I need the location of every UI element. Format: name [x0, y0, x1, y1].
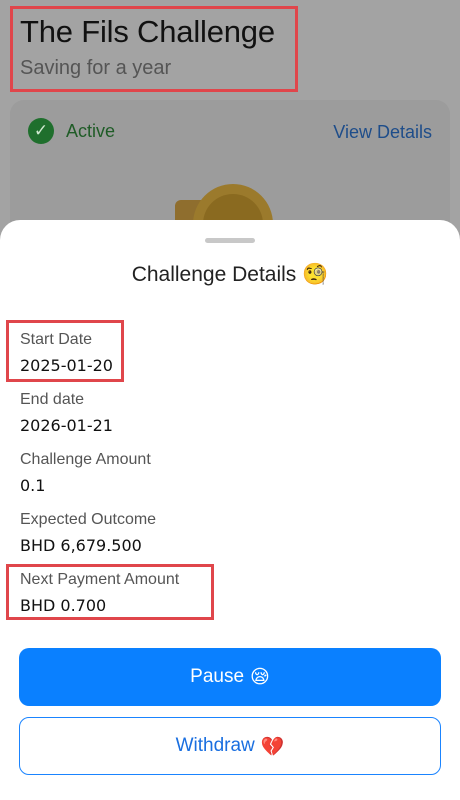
- monocle-face-icon: 🧐: [302, 262, 329, 286]
- field-value: 0.1: [20, 476, 46, 495]
- field-end-date: End date 2026-01-21: [20, 390, 113, 436]
- field-label: End date: [20, 391, 85, 408]
- highlight-box-start-date: [6, 320, 124, 382]
- field-label: Challenge Amount: [20, 451, 151, 468]
- field-expected-outcome: Expected Outcome BHD 6,679.500: [20, 510, 156, 556]
- withdraw-button-label: Withdraw: [175, 735, 255, 756]
- view-details-link[interactable]: View Details: [333, 122, 432, 143]
- field-value: 2026-01-21: [20, 416, 113, 435]
- screen: The Fils Challenge Saving for a year ✓ A…: [0, 0, 460, 800]
- check-circle-icon: ✓: [28, 118, 54, 144]
- highlight-box-next-payment: [6, 564, 214, 620]
- field-challenge-amount: Challenge Amount 0.1: [20, 450, 151, 496]
- pause-button-label: Pause: [190, 666, 245, 687]
- field-label: Expected Outcome: [20, 511, 157, 528]
- sheet-title-text: Challenge Details: [131, 263, 297, 286]
- withdraw-button[interactable]: Withdraw 💔: [19, 717, 441, 775]
- status-label: Active: [66, 120, 116, 141]
- sheet-grabber[interactable]: [205, 238, 255, 243]
- sheet-title: Challenge Details 🧐: [0, 262, 460, 287]
- challenge-details-sheet: Challenge Details 🧐 Start Date 2025-01-2…: [0, 220, 460, 800]
- pause-button[interactable]: Pause 😪: [19, 648, 441, 706]
- sleepy-face-icon: 😪: [250, 666, 270, 688]
- highlight-box-header: [10, 6, 298, 92]
- broken-heart-icon: 💔: [260, 735, 285, 758]
- field-value: BHD 6,679.500: [20, 536, 142, 555]
- status-indicator: ✓ Active: [28, 118, 115, 144]
